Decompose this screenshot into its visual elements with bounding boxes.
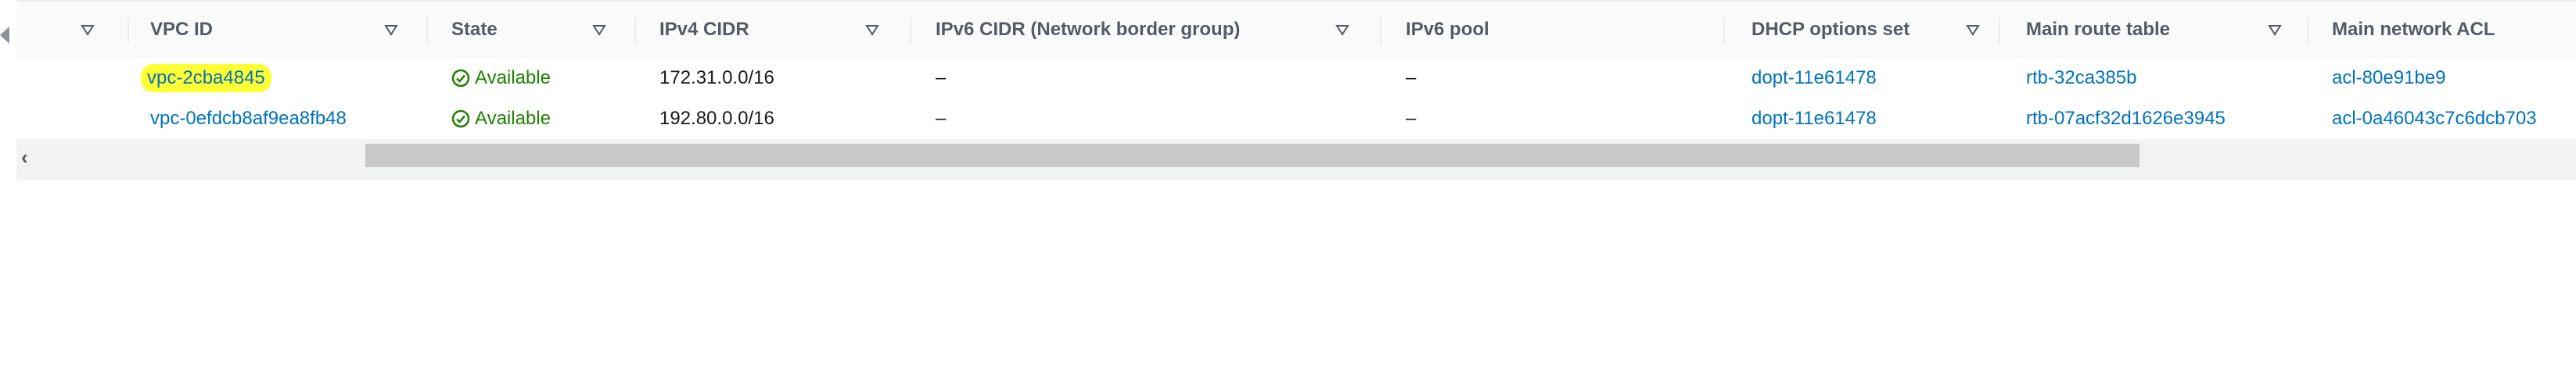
column-divider[interactable] <box>1380 17 1381 44</box>
filter-icon[interactable] <box>865 23 879 38</box>
vpc-id-link[interactable]: vpc-0efdcb8af9ea8fb48 <box>150 98 347 139</box>
column-header-state[interactable]: State <box>451 2 498 58</box>
side-panel-edge <box>0 0 16 386</box>
check-circle-icon <box>451 109 470 128</box>
filter-icon[interactable] <box>1966 23 1980 38</box>
column-header-main-network-acl[interactable]: Main network ACL <box>2332 2 2495 58</box>
highlighted-vpc-id[interactable]: vpc-2cba4845 <box>141 64 271 92</box>
dhcp-options-link[interactable]: dopt-11e61478 <box>1751 98 1877 139</box>
ipv6-cidr-cell: – <box>936 67 947 88</box>
filter-icon[interactable] <box>1335 23 1349 38</box>
ipv6-pool-cell: – <box>1406 108 1417 129</box>
ipv4-cidr-cell: 192.80.0.0/16 <box>659 108 774 129</box>
state-cell: Available <box>451 98 551 139</box>
column-header-dhcp-options[interactable]: DHCP options set <box>1751 2 1910 58</box>
column-header-ipv6-pool[interactable]: IPv6 pool <box>1406 2 1489 58</box>
table-row[interactable]: vpc-2cba4845 Available 172.31.0.0/16 – –… <box>16 58 2576 100</box>
vpc-table-screen: VPC ID State IPv4 CIDR IPv6 CIDR (Networ… <box>0 0 2576 386</box>
table-row[interactable]: vpc-0efdcb8af9ea8fb48 Available 192.80.0… <box>16 98 2576 141</box>
column-header-ipv4-cidr[interactable]: IPv4 CIDR <box>659 2 749 58</box>
column-divider[interactable] <box>1723 17 1725 44</box>
filter-icon[interactable] <box>81 23 95 38</box>
filter-icon[interactable] <box>592 23 606 38</box>
network-acl-link[interactable]: acl-0a46043c7c6dcb703 <box>2332 98 2537 139</box>
dhcp-options-link[interactable]: dopt-11e61478 <box>1751 58 1877 98</box>
collapse-left-icon[interactable] <box>0 27 9 44</box>
filter-icon[interactable] <box>2268 23 2282 38</box>
scrollbar-thumb[interactable] <box>365 144 2139 167</box>
vpc-table: VPC ID State IPv4 CIDR IPv6 CIDR (Networ… <box>16 0 2576 180</box>
ipv6-cidr-cell: – <box>936 108 947 129</box>
ipv4-cidr-cell: 172.31.0.0/16 <box>659 67 774 88</box>
column-header-main-route-table[interactable]: Main route table <box>2026 2 2170 58</box>
table-header: VPC ID State IPv4 CIDR IPv6 CIDR (Networ… <box>16 0 2576 59</box>
state-label: Available <box>475 67 551 88</box>
column-divider[interactable] <box>128 17 129 44</box>
vpc-id-link[interactable]: vpc-2cba4845 <box>141 58 271 98</box>
route-table-link[interactable]: rtb-32ca385b <box>2026 58 2136 98</box>
column-header-vpc-id[interactable]: VPC ID <box>150 2 213 58</box>
state-cell: Available <box>451 58 551 98</box>
filter-icon[interactable] <box>384 23 398 38</box>
column-divider[interactable] <box>910 17 911 44</box>
scroll-left-icon[interactable]: ‹ <box>21 145 28 170</box>
state-label: Available <box>475 108 551 129</box>
check-circle-icon <box>451 69 470 88</box>
column-divider[interactable] <box>1999 17 2000 44</box>
column-divider[interactable] <box>634 17 636 44</box>
ipv6-pool-cell: – <box>1406 67 1417 88</box>
network-acl-link[interactable]: acl-80e91be9 <box>2332 58 2445 98</box>
route-table-link[interactable]: rtb-07acf32d1626e3945 <box>2026 98 2226 139</box>
column-divider[interactable] <box>426 17 428 44</box>
column-header-ipv6-cidr[interactable]: IPv6 CIDR (Network border group) <box>936 2 1240 58</box>
horizontal-scrollbar[interactable]: ‹ <box>16 139 2576 180</box>
column-divider[interactable] <box>2307 17 2308 44</box>
